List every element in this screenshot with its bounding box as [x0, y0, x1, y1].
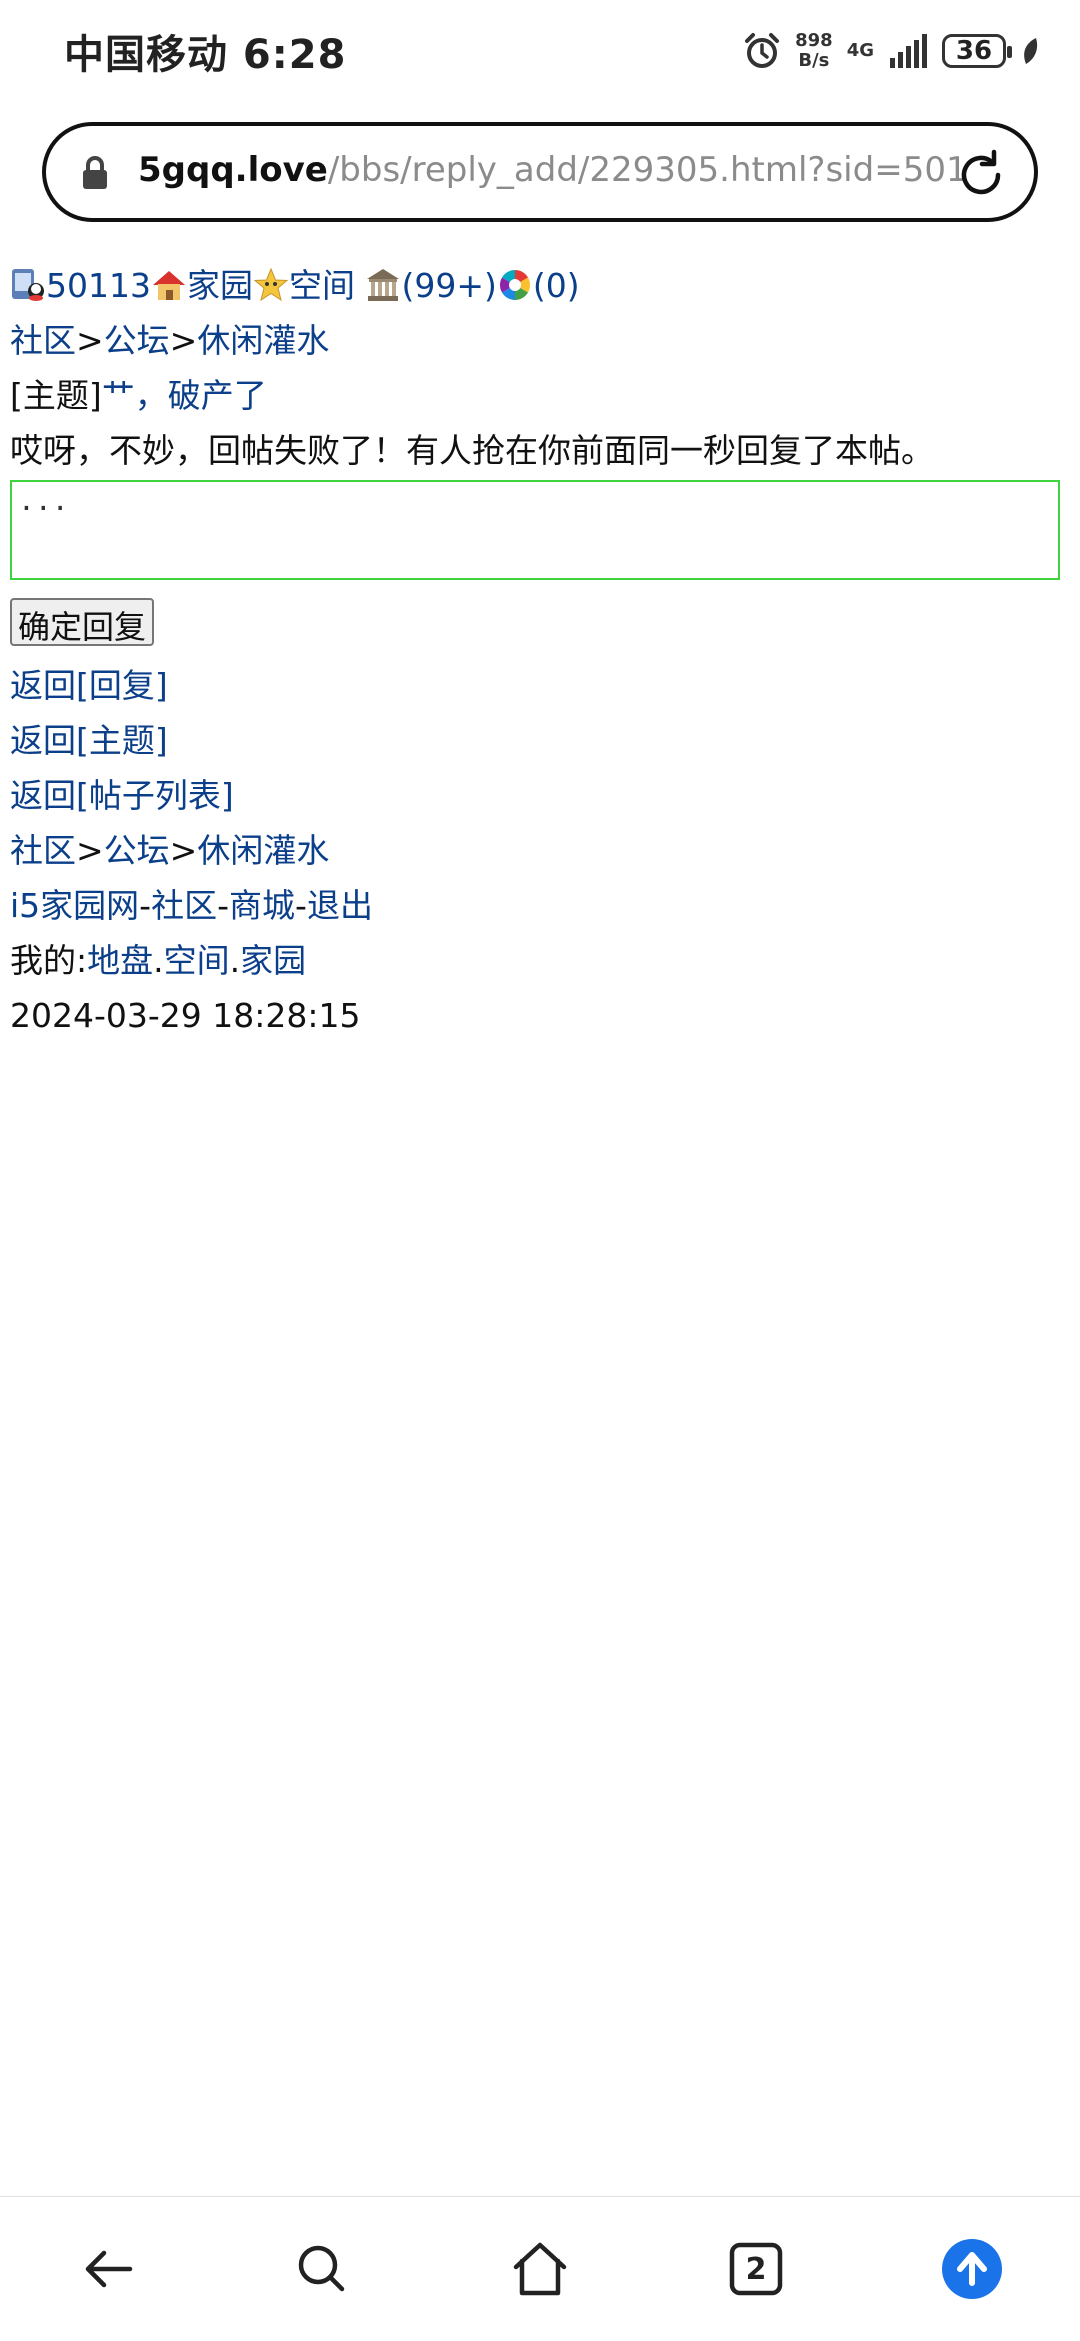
- community-link[interactable]: 社区: [151, 886, 217, 925]
- back-list-link[interactable]: 返回[帖子列表]: [10, 776, 234, 815]
- my-home-link[interactable]: 家园: [240, 941, 306, 980]
- color-wheel-icon: [499, 270, 530, 300]
- topic-line: [主题]艹，破产了: [10, 368, 1070, 423]
- home-nav-icon: [513, 2242, 567, 2296]
- qq-user-icon: [12, 269, 44, 301]
- search-icon: [298, 2245, 345, 2292]
- reload-icon[interactable]: [954, 148, 1008, 202]
- carrier-time: 中国移动 6:28: [64, 32, 347, 78]
- network-type: 4G: [846, 40, 874, 61]
- lock-icon: [83, 156, 107, 189]
- network-speed: 898 B/s: [795, 30, 833, 71]
- breadcrumb-forum[interactable]: 公坛: [104, 321, 170, 360]
- footer-links: i5家园网-社区-商城-退出: [10, 886, 373, 925]
- tabs-button[interactable]: 2: [724, 2237, 788, 2301]
- topic-title-link[interactable]: 艹，破产了: [102, 376, 267, 415]
- home-link[interactable]: 家园: [187, 266, 253, 305]
- datetime: 2024-03-29 18:28:15: [10, 996, 361, 1035]
- search-button[interactable]: [290, 2237, 354, 2301]
- back-reply-link[interactable]: 返回[回复]: [10, 666, 168, 705]
- error-message: 哎呀，不妙，回帖失败了！有人抢在你前面同一秒回复了本帖。: [10, 431, 934, 470]
- battery-indicator: 36: [942, 34, 1012, 68]
- breadcrumb-board[interactable]: 休闲灌水: [197, 321, 329, 360]
- breadcrumb-bottom-board[interactable]: 休闲灌水: [197, 831, 329, 870]
- breadcrumb-bottom-community[interactable]: 社区: [10, 831, 76, 870]
- space-link[interactable]: 空间: [289, 266, 355, 305]
- signal-icon: [890, 34, 927, 68]
- user-id-link[interactable]: 50113: [46, 266, 151, 305]
- reply-textarea[interactable]: ...: [10, 480, 1060, 580]
- scroll-top-button[interactable]: [940, 2237, 1004, 2301]
- bottom-nav: 2: [0, 2196, 1080, 2341]
- arrow-up-circle-icon: [942, 2239, 1002, 2299]
- status-bar: 中国移动 6:28 898 B/s 4G 36: [0, 0, 1080, 100]
- breadcrumb-community[interactable]: 社区: [10, 321, 76, 360]
- leaf-icon: [1024, 38, 1038, 64]
- home-button[interactable]: [508, 2237, 572, 2301]
- messages-link[interactable]: (99+): [401, 266, 496, 305]
- back-topic-link[interactable]: 返回[主题]: [10, 721, 168, 760]
- home-icon: [152, 271, 185, 300]
- user-bar: 50113 家园 空间 (99+) (0): [10, 258, 1070, 313]
- page-content: 50113 家园 空间 (99+) (0) 社区>公坛>休闲灌水 [主题]艹，破…: [10, 258, 1070, 1043]
- breadcrumb-bottom: 社区>公坛>休闲灌水: [10, 831, 330, 870]
- back-arrow-icon: [85, 2250, 133, 2288]
- mine-line: 我的:地盘.空间.家园: [10, 941, 307, 980]
- url-text[interactable]: 5gqq.love/bbs/reply_add/229305.html?sid=…: [138, 150, 968, 190]
- bank-icon: [367, 269, 400, 301]
- address-bar[interactable]: 5gqq.love/bbs/reply_add/229305.html?sid=…: [42, 122, 1038, 222]
- site-link[interactable]: i5家园网: [10, 886, 139, 925]
- confirm-reply-button[interactable]: 确定回复: [10, 598, 155, 646]
- alarm-icon: [745, 33, 780, 68]
- mall-link[interactable]: 商城: [229, 886, 295, 925]
- status-icons: 898 B/s 4G 36: [743, 26, 1040, 76]
- star-icon: [253, 267, 289, 302]
- breadcrumb: 社区>公坛>休闲灌水: [10, 321, 330, 360]
- back-button[interactable]: [76, 2237, 140, 2301]
- breadcrumb-bottom-forum[interactable]: 公坛: [104, 831, 170, 870]
- my-space-link[interactable]: 空间: [164, 941, 230, 980]
- tabs-count: 2: [745, 2251, 767, 2287]
- notices-link[interactable]: (0): [533, 266, 580, 305]
- land-link[interactable]: 地盘: [87, 941, 153, 980]
- topic-prefix: [主题]: [10, 376, 102, 415]
- logout-link[interactable]: 退出: [307, 886, 373, 925]
